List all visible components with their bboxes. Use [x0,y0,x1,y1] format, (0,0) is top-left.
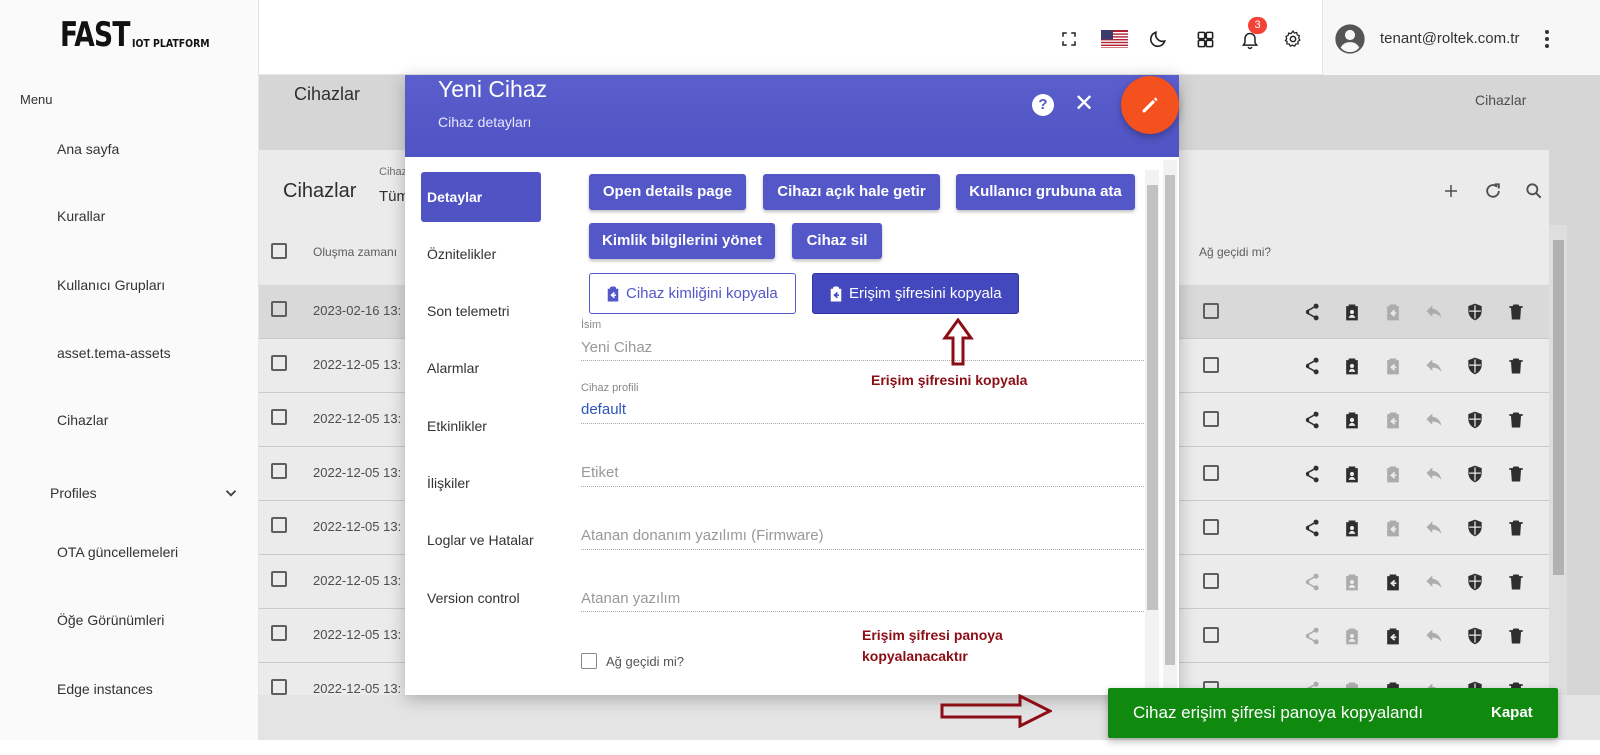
snackbar-message: Cihaz erişim şifresi panoya kopyalandı [1133,703,1424,722]
software-field-underline [581,611,1144,612]
snackbar-close-button[interactable]: Kapat [1491,704,1533,721]
gateway-checkbox-label: Ağ geçidi mi? [606,654,685,669]
clipboard-arrow-icon [830,286,842,301]
account-circle-icon[interactable] [1333,22,1367,56]
tab-alarms[interactable]: Alarmlar [427,360,479,376]
make-public-button[interactable]: Cihazı açık hale getir [763,174,940,210]
sidebar-item-edge[interactable]: Edge instances [57,681,153,697]
copy-access-token-button[interactable]: Erişim şifresini kopyala [812,273,1019,314]
menu-label: Menu [20,92,53,107]
more-vert-icon[interactable] [1536,28,1558,50]
up-arrow-annotation [942,318,974,366]
sidebar-item-ota[interactable]: OTA güncellemeleri [57,544,178,560]
name-field-label: İsim [581,319,602,331]
tab-logs[interactable]: Loglar ve Hatalar [427,532,534,548]
logo-fast: FAST [60,15,130,55]
moon-icon[interactable] [1147,28,1169,50]
help-button[interactable]: ? [1032,94,1054,116]
clipboard-arrow-icon [607,286,619,301]
assign-user-group-button[interactable]: Kullanıcı grubuna ata [956,174,1135,210]
notification-badge: 3 [1248,17,1267,34]
name-field-underline [581,360,1144,361]
label-field[interactable]: Etiket [581,464,619,481]
fast-iot-logo: FAST IOT PLATFORM [60,18,223,52]
tab-latest-telemetry[interactable]: Son telemetri [427,303,509,319]
gateway-checkbox[interactable] [581,653,597,669]
label-field-underline [581,486,1144,487]
user-email[interactable]: tenant@roltek.com.tr [1380,30,1519,47]
copy-device-id-label: Cihaz kimliğini kopyala [626,285,778,302]
dialog-outer-scrollbar-thumb[interactable] [1165,175,1175,665]
firmware-field-underline [581,549,1144,550]
sidebar-item-profiles[interactable]: Profiles [50,484,240,502]
sidebar-item-widgets[interactable]: Öğe Görünümleri [57,612,164,628]
tab-details-label: Detaylar [427,189,483,205]
dialog-subtitle: Cihaz detayları [438,114,532,130]
delete-device-button[interactable]: Cihaz sil [792,223,882,259]
tab-version-control[interactable]: Version control [427,590,520,606]
sidebar-item-profiles-label: Profiles [50,485,97,501]
device-profile-label: Cihaz profili [581,382,639,394]
sidebar-item-devices[interactable]: Cihazlar [57,412,108,428]
sidebar-item-rules[interactable]: Kurallar [57,208,105,224]
close-dialog-button[interactable]: ✕ [1072,92,1096,116]
apps-grid-icon[interactable] [1194,28,1216,50]
sidebar [0,0,259,740]
name-field[interactable]: Yeni Cihaz [581,339,652,356]
annotation-clipboard-line1: Erişim şifresi panoya [862,627,1003,643]
device-profile-field[interactable]: default [581,401,626,418]
sidebar-item-assets[interactable]: asset.tema-assets [57,345,171,361]
edit-fab-button[interactable] [1121,76,1179,134]
us-flag-icon[interactable] [1100,28,1128,50]
logo-iot-platform: IOT PLATFORM [132,37,210,50]
copy-access-token-label: Erişim şifresini kopyala [849,285,1002,302]
tab-attributes[interactable]: Öznitelikler [427,246,496,262]
fullscreen-icon[interactable] [1058,28,1080,50]
sidebar-item-home[interactable]: Ana sayfa [57,141,119,157]
annotation-copy-token: Erişim şifresini kopyala [871,372,1028,388]
device-dialog [405,75,1179,695]
right-arrow-annotation [940,694,1052,728]
pencil-icon [1142,97,1158,113]
firmware-field[interactable]: Atanan donanım yazılımı (Firmware) [581,527,824,544]
device-profile-underline [581,423,1144,424]
gear-icon[interactable] [1282,28,1304,50]
dialog-scrollbar-thumb[interactable] [1147,185,1158,610]
chevron-down-icon [225,490,237,497]
sidebar-item-user-groups[interactable]: Kullanıcı Grupları [57,277,165,293]
tab-relations[interactable]: İlişkiler [427,475,470,491]
software-field[interactable]: Atanan yazılım [581,590,680,607]
dialog-title: Yeni Cihaz [438,76,548,102]
tab-events[interactable]: Etkinlikler [427,418,487,434]
manage-credentials-button[interactable]: Kimlik bilgilerini yönet [589,223,775,259]
copy-device-id-button[interactable]: Cihaz kimliğini kopyala [589,273,796,314]
annotation-clipboard-line2: kopyalanacaktır [862,648,968,664]
open-details-page-button[interactable]: Open details page [589,174,746,210]
